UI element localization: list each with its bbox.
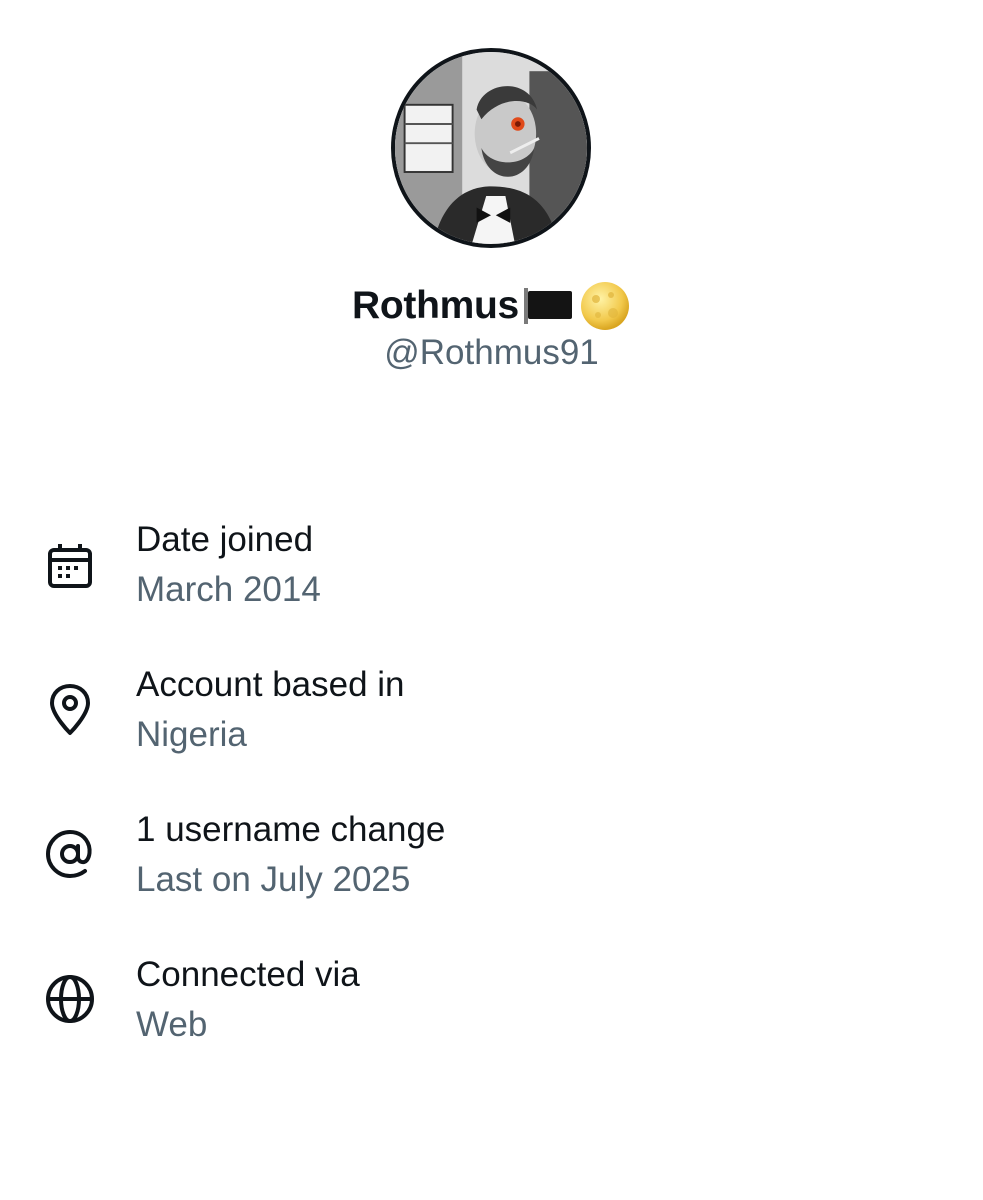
location-pin-icon: [42, 681, 98, 737]
info-value: Last on July 2025: [136, 860, 411, 899]
info-value: Nigeria: [136, 715, 247, 754]
info-title: Date joined: [136, 520, 314, 559]
info-title: Account based in: [136, 665, 405, 704]
globe-icon: [42, 971, 98, 1027]
list-item-account-based-in: Account based in Nigeria: [0, 665, 983, 775]
list-item-username-change: 1 username change Last on July 2025: [0, 810, 983, 920]
calendar-icon: [42, 538, 98, 594]
list-item-connected-via: Connected via Web: [0, 955, 983, 1065]
info-title: Connected via: [136, 955, 360, 994]
info-title: 1 username change: [136, 810, 446, 849]
profile-name-row: Rothmus: [0, 278, 983, 334]
list-item-date-joined: Date joined March 2014: [0, 520, 983, 630]
profile-handle: @Rothmus91: [384, 333, 599, 372]
full-moon-face-icon: [579, 280, 631, 332]
info-value: Web: [136, 1005, 208, 1044]
avatar-image: [395, 52, 587, 244]
info-value: March 2014: [136, 570, 321, 609]
at-sign-icon: [42, 826, 98, 882]
avatar[interactable]: [391, 48, 591, 248]
black-flag-icon: [523, 288, 573, 324]
display-name: Rothmus: [352, 284, 519, 327]
